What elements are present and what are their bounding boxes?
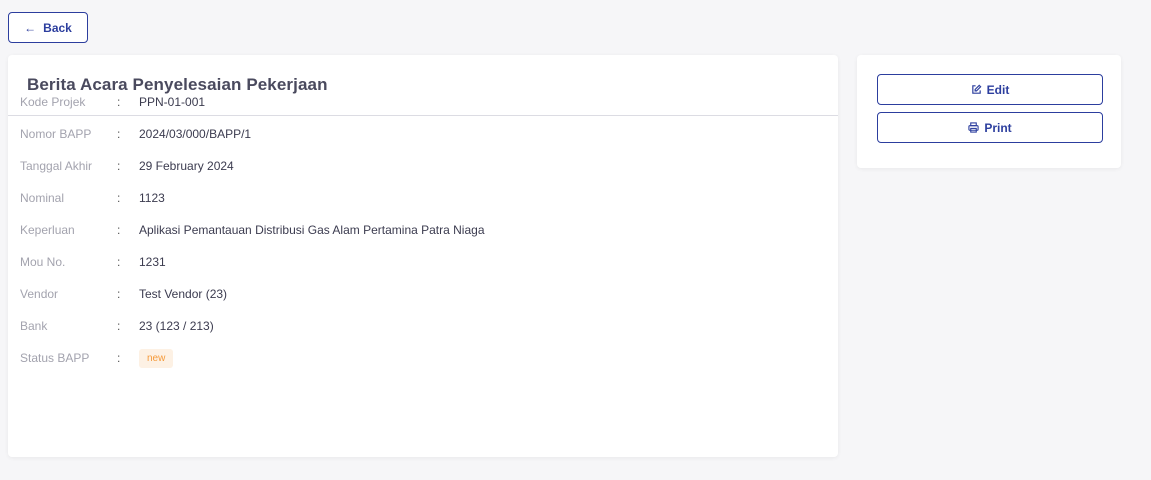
detail-row-keperluan: Keperluan : Aplikasi Pemantauan Distribu… <box>20 214 485 246</box>
field-separator: : <box>117 255 121 269</box>
print-label: Print <box>984 120 1012 135</box>
detail-row-tanggal-akhir: Tanggal Akhir : 29 February 2024 <box>20 150 485 182</box>
field-value: Test Vendor (23) <box>139 287 228 301</box>
detail-row-bank: Bank : 23 (123 / 213) <box>20 310 485 342</box>
field-label: Tanggal Akhir <box>20 159 93 173</box>
field-label: Nominal <box>20 191 65 205</box>
field-separator: : <box>117 191 121 205</box>
field-separator: : <box>117 287 121 301</box>
field-label: Mou No. <box>20 255 66 269</box>
field-value: Aplikasi Pemantauan Distribusi Gas Alam … <box>139 223 485 237</box>
back-label: Back <box>43 20 72 35</box>
field-label: Nomor BAPP <box>20 127 92 141</box>
field-value: 23 (123 / 213) <box>139 319 214 333</box>
field-separator: : <box>117 159 121 173</box>
field-label: Status BAPP <box>20 351 90 365</box>
field-label: Vendor <box>20 287 59 301</box>
field-value: 2024/03/000/BAPP/1 <box>139 127 252 141</box>
field-separator: : <box>117 319 121 333</box>
field-separator: : <box>117 127 121 141</box>
edit-label: Edit <box>986 82 1010 97</box>
detail-row-mou-no: Mou No. : 1231 <box>20 246 485 278</box>
edit-button[interactable]: Edit <box>877 74 1103 105</box>
field-separator: : <box>117 351 121 365</box>
detail-row-nomor-bapp: Nomor BAPP : 2024/03/000/BAPP/1 <box>20 118 485 150</box>
detail-list: Kode Projek : PPN-01-001 Nomor BAPP : 20… <box>20 86 485 374</box>
detail-row-kode-projek: Kode Projek : PPN-01-001 <box>20 86 485 118</box>
detail-row-status-bapp: Status BAPP : new <box>20 342 485 374</box>
field-label: Bank <box>20 319 48 333</box>
field-label: Keperluan <box>20 223 75 237</box>
detail-row-vendor: Vendor : Test Vendor (23) <box>20 278 485 310</box>
field-separator: : <box>117 223 121 237</box>
printer-icon <box>968 122 979 133</box>
detail-row-nominal: Nominal : 1123 <box>20 182 485 214</box>
field-value: 1231 <box>139 255 166 269</box>
field-separator: : <box>117 95 121 109</box>
field-value: PPN-01-001 <box>139 95 206 109</box>
field-value: 29 February 2024 <box>139 159 234 173</box>
field-value: new <box>139 348 174 368</box>
status-badge: new <box>139 348 174 368</box>
print-button[interactable]: Print <box>877 112 1103 143</box>
arrow-left-icon: ← <box>24 20 37 35</box>
back-button[interactable]: ← Back <box>8 12 88 43</box>
actions-card: Edit Print <box>857 55 1121 168</box>
edit-icon <box>971 84 982 94</box>
field-value: 1123 <box>139 191 165 205</box>
field-label: Kode Projek <box>20 95 86 109</box>
